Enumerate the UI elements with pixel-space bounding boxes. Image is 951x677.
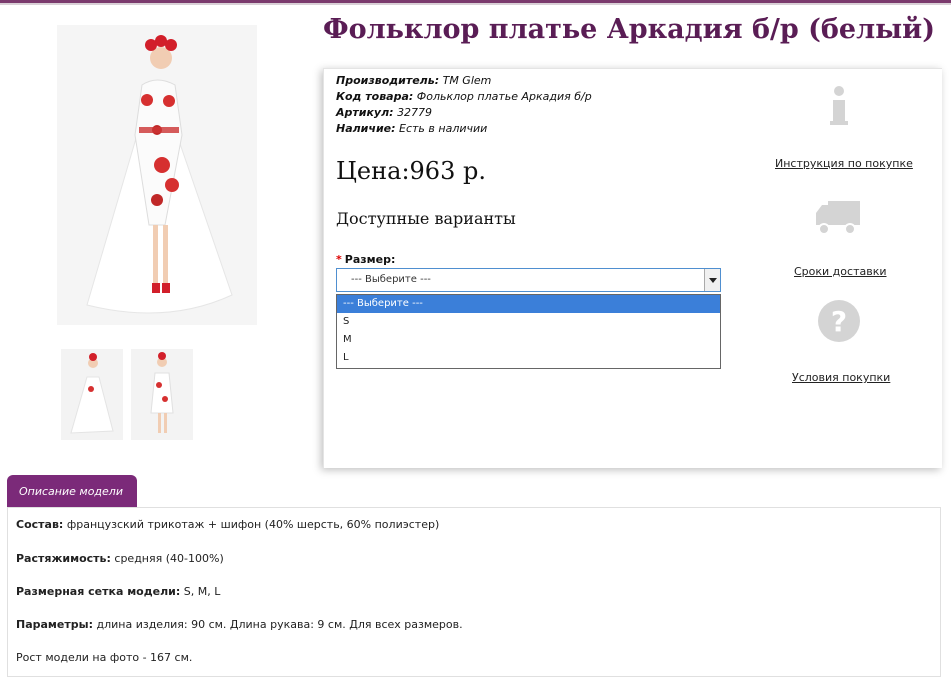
size-option-m[interactable]: M <box>337 331 720 349</box>
question-icon[interactable]: ? <box>817 299 861 343</box>
size-select[interactable]: --- Выберите --- <box>336 268 721 292</box>
manufacturer-row: Производитель: TM Glem <box>336 73 592 89</box>
description-value: длина изделия: 90 см. Длина рукава: 9 см… <box>96 618 463 631</box>
description-row: Рост модели на фото - 167 см. <box>16 651 192 664</box>
availability-row: Наличие: Есть в наличии <box>336 121 592 137</box>
description-panel: Состав: французский трикотаж + шифон (40… <box>7 507 941 677</box>
variants-heading: Доступные варианты <box>336 209 516 228</box>
size-select-value: --- Выберите --- <box>351 274 431 285</box>
thumbnail-illustration <box>131 349 193 440</box>
meta-value: 32779 <box>397 106 433 119</box>
size-label: * Размер: <box>336 253 395 266</box>
delivery-link[interactable]: Сроки доставки <box>794 265 887 278</box>
product-thumbnail-1[interactable] <box>61 349 123 440</box>
meta-label: Производитель: <box>336 74 440 87</box>
size-option-l[interactable]: L <box>337 349 720 367</box>
product-thumbnail-2[interactable] <box>131 349 193 440</box>
description-row: Параметры: длина изделия: 90 см. Длина р… <box>16 618 463 631</box>
meta-label: Код товара: <box>336 90 414 103</box>
truck-icon[interactable] <box>814 197 864 237</box>
meta-value: Есть в наличии <box>399 122 488 135</box>
description-value: французский трикотаж + шифон (40% шерсть… <box>66 518 440 531</box>
required-mark: * <box>336 253 342 266</box>
meta-label: Наличие: <box>336 122 396 135</box>
product-main-image[interactable] <box>57 25 257 325</box>
description-value: Рост модели на фото - 167 см. <box>16 651 193 664</box>
top-border-shadow <box>0 3 951 5</box>
info-icon[interactable] <box>824 85 854 129</box>
size-label-text: Размер: <box>344 253 396 266</box>
tab-description[interactable]: Описание модели <box>7 475 137 507</box>
product-title: Фольклор платье Аркадия б/р (белый) <box>323 14 935 45</box>
tab-description-label: Описание модели <box>19 485 123 498</box>
size-dropdown-list: --- Выберите --- S M L <box>336 294 721 369</box>
description-row: Размерная сетка модели: S, M, L <box>16 585 220 598</box>
meta-value: TM Glem <box>442 74 492 87</box>
instruction-link[interactable]: Инструкция по покупке <box>775 157 913 170</box>
description-value: средняя (40-100%) <box>114 552 224 565</box>
product-code-row: Код товара: Фольклор платье Аркадия б/р <box>336 89 592 105</box>
description-row: Состав: французский трикотаж + шифон (40… <box>16 518 439 531</box>
chevron-down-icon[interactable] <box>704 269 720 291</box>
thumbnail-illustration <box>61 349 123 440</box>
description-row: Растяжимость: средняя (40-100%) <box>16 552 224 565</box>
conditions-link[interactable]: Условия покупки <box>792 371 890 384</box>
dress-photo-illustration <box>57 25 257 325</box>
size-option-s[interactable]: S <box>337 313 720 331</box>
meta-label: Артикул: <box>336 106 394 119</box>
description-label: Параметры: <box>16 618 93 631</box>
product-info-panel: Производитель: TM Glem Код товара: Фольк… <box>323 68 942 468</box>
description-label: Состав: <box>16 518 64 531</box>
meta-value: Фольклор платье Аркадия б/р <box>416 90 592 103</box>
size-option-placeholder[interactable]: --- Выберите --- <box>337 295 720 313</box>
description-label: Размерная сетка модели: <box>16 585 181 598</box>
svg-text:?: ? <box>831 305 847 338</box>
description-label: Растяжимость: <box>16 552 111 565</box>
article-row: Артикул: 32779 <box>336 105 592 121</box>
description-value: S, M, L <box>183 585 221 598</box>
product-price: Цена:963 р. <box>336 157 486 185</box>
product-meta: Производитель: TM Glem Код товара: Фольк… <box>336 73 592 137</box>
